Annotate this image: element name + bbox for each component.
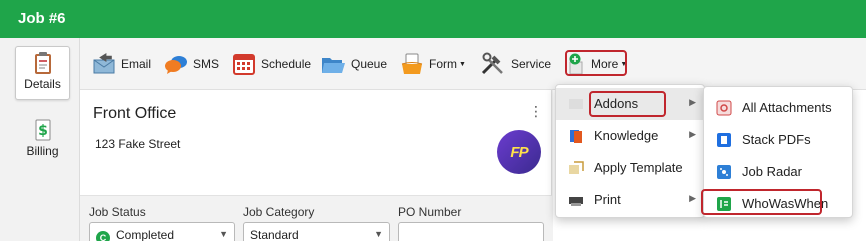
kebab-menu-icon[interactable]: ⋮ (529, 104, 543, 118)
chevron-right-icon: ▶ (689, 97, 696, 107)
menu-item-job-radar[interactable]: Job Radar (704, 156, 852, 188)
menu-item-all-attachments[interactable]: All Attachments (704, 92, 852, 124)
sms-button[interactable]: SMS (164, 51, 219, 77)
service-button[interactable]: Service (480, 51, 551, 77)
chevron-right-icon: ▶ (689, 193, 696, 203)
email-icon (93, 53, 115, 74)
form-icon (401, 53, 423, 74)
job-status-label: Job Status (89, 205, 146, 219)
menu-item-label: Job Radar (742, 164, 802, 179)
radar-icon (717, 165, 731, 179)
po-number-input[interactable] (398, 222, 544, 241)
client-name: Front Office (93, 105, 177, 122)
addons-highlight (589, 91, 666, 117)
status-badge: C (96, 231, 110, 241)
attachments-icon (716, 100, 732, 116)
sidebar-item-label: Billing (26, 144, 59, 158)
queue-button[interactable]: Queue (320, 51, 387, 77)
chat-bubbles-icon (165, 56, 187, 74)
sidebar-item-details[interactable]: Details (15, 46, 70, 100)
window-title: Job #6 (18, 10, 66, 27)
job-category-select[interactable]: Standard ▼ (243, 222, 390, 241)
chevron-right-icon: ▶ (689, 129, 696, 139)
job-status-select[interactable]: C Completed ▼ (89, 222, 235, 241)
menu-item-knowledge[interactable]: Knowledge ▶ (556, 120, 704, 152)
client-address: 123 Fake Street (95, 137, 181, 151)
form-button[interactable]: Form ▼ (400, 51, 466, 77)
email-label: Email (121, 57, 152, 71)
chevron-down-icon: ▼ (374, 229, 383, 239)
schedule-label: Schedule (261, 57, 312, 71)
folder-icon (322, 58, 345, 73)
job-status-value: Completed (116, 228, 175, 241)
logo-text: FP (510, 143, 528, 161)
toolbar: Email SMS Schedule Queue Form ▼ Service … (80, 38, 866, 90)
sms-label: SMS (193, 57, 220, 71)
job-category-value: Standard (250, 228, 299, 241)
email-button[interactable]: Email (92, 51, 151, 77)
service-label: Service (511, 57, 552, 71)
printer-icon (569, 197, 583, 206)
sidebar: Details $ Billing (0, 38, 80, 241)
schedule-button[interactable]: Schedule (232, 51, 311, 77)
menu-item-label: Knowledge (594, 128, 659, 143)
stack-pdf-icon (717, 133, 731, 147)
menu-item-apply-template[interactable]: Apply Template (556, 152, 704, 184)
job-category-label: Job Category (243, 205, 315, 219)
menu-item-label: All Attachments (742, 100, 832, 115)
whowaswhen-highlight (701, 189, 822, 215)
menu-item-label: Print (594, 192, 621, 207)
book-icon (570, 130, 582, 143)
addons-icon (569, 99, 583, 109)
dollar-document-icon: $ (35, 119, 50, 141)
svg-text:$: $ (38, 123, 48, 139)
menu-item-stack-pdfs[interactable]: Stack PDFs (704, 124, 852, 156)
title-bar: Job #6 (0, 0, 866, 38)
company-logo: FP (497, 130, 541, 174)
chevron-down-icon: ▼ (459, 60, 466, 68)
chevron-down-icon: ▼ (219, 229, 228, 239)
menu-item-label: Apply Template (594, 160, 683, 175)
queue-label: Queue (351, 57, 388, 71)
po-number-label: PO Number (398, 205, 462, 219)
tools-icon (481, 52, 503, 75)
clipboard-icon (34, 52, 51, 74)
more-button-highlight (565, 50, 627, 76)
job-fields-panel: Job Status C Completed ▼ Job Category Sta… (80, 195, 552, 241)
form-label: Form (429, 57, 457, 71)
menu-item-label: Stack PDFs (742, 132, 811, 147)
sidebar-item-label: Details (24, 77, 61, 91)
sidebar-item-billing[interactable]: $ Billing (15, 114, 70, 164)
calendar-icon (233, 54, 255, 75)
template-icon (569, 161, 584, 174)
menu-item-print[interactable]: Print ▶ (556, 184, 704, 216)
